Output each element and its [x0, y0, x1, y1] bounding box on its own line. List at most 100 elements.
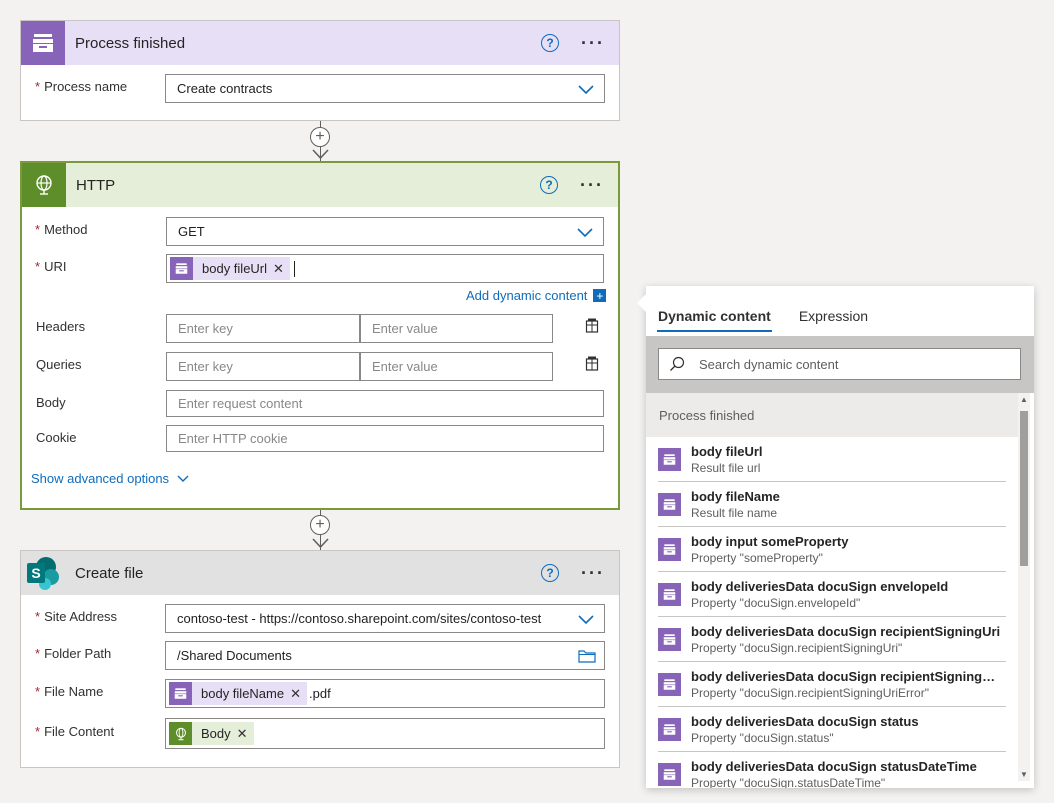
archive-box-icon: [658, 627, 681, 651]
item-subtitle: Property "docuSign.recipientSigningUriEr…: [691, 685, 929, 700]
more-options-icon[interactable]: ···: [580, 176, 604, 194]
headers-value-input[interactable]: Enter value: [360, 314, 553, 343]
queries-label: Queries: [36, 357, 82, 372]
remove-token-icon[interactable]: ✕: [273, 261, 284, 277]
dynamic-token[interactable]: body fileName ✕: [169, 682, 308, 705]
body-input[interactable]: Enter request content: [166, 390, 604, 417]
more-options-icon[interactable]: ···: [581, 34, 605, 52]
file-content-label: * File Content: [35, 724, 115, 739]
item-title: body deliveriesData docuSign envelopeId: [691, 578, 949, 594]
item-text: body deliveriesData docuSign recipientSi…: [691, 669, 1003, 700]
item-text: body deliveriesData docuSign statusDateT…: [691, 759, 1003, 789]
chevron-down-icon: [177, 475, 189, 482]
list-item[interactable]: body deliveriesData docuSign recipientSi…: [658, 617, 1006, 662]
scroll-thumb[interactable]: [1020, 411, 1028, 566]
remove-token-icon[interactable]: ✕: [290, 686, 301, 702]
token-label: body fileUrl: [202, 261, 268, 276]
method-label: * Method: [35, 222, 88, 237]
scroll-down-arrow[interactable]: ▼: [1020, 770, 1028, 779]
card-header[interactable]: HTTP ? ···: [22, 163, 618, 207]
show-advanced-options-link[interactable]: Show advanced options: [31, 471, 189, 486]
panel-scrollbar[interactable]: ▲ ▼: [1018, 393, 1030, 781]
panel-tabs: Dynamic content Expression: [646, 286, 1034, 336]
list-item[interactable]: body fileUrl Result file url: [658, 437, 1006, 482]
item-subtitle: Property "docuSign.statusDateTime": [691, 775, 886, 789]
process-finished-card: Process finished ? ··· * Process name Cre…: [20, 20, 620, 121]
folder-path-input[interactable]: /Shared Documents: [165, 641, 605, 670]
process-name-label: * Process name: [35, 79, 128, 94]
search-placeholder: Search dynamic content: [699, 356, 839, 372]
group-header-process-finished: Process finished: [646, 393, 1018, 437]
sharepoint-icon: S: [21, 551, 65, 595]
list-item[interactable]: body fileName Result file name: [658, 482, 1006, 527]
headers-key-input[interactable]: Enter key: [166, 314, 360, 343]
item-title: body fileUrl: [691, 443, 763, 459]
table-edit-icon[interactable]: [585, 356, 599, 372]
queries-value-input[interactable]: Enter value: [360, 352, 553, 381]
body-label: Body: [36, 395, 66, 410]
item-subtitle: Property "docuSign.envelopeId": [691, 595, 861, 610]
card-title: HTTP: [76, 176, 116, 194]
help-icon[interactable]: ?: [541, 34, 560, 52]
file-name-suffix: .pdf: [309, 686, 331, 701]
queries-key-input[interactable]: Enter key: [166, 352, 360, 381]
advanced-label: Show advanced options: [31, 471, 170, 486]
item-subtitle: Property "docuSign.recipientSigningUri": [691, 640, 903, 655]
tab-dynamic-content[interactable]: Dynamic content: [657, 308, 772, 336]
token-label: body fileName: [201, 686, 285, 701]
site-address-dropdown[interactable]: contoso-test - https://contoso.sharepoin…: [165, 604, 605, 633]
dynamic-token[interactable]: body fileUrl ✕: [170, 257, 290, 280]
item-title: body input someProperty: [691, 533, 849, 549]
item-text: body deliveriesData docuSign envelopeId P…: [691, 579, 1003, 610]
search-icon: [670, 356, 685, 371]
tab-expression[interactable]: Expression: [799, 308, 868, 336]
file-name-input[interactable]: body fileName ✕ .pdf: [165, 679, 605, 708]
arrow-down-icon: [312, 538, 329, 549]
file-name-label: * File Name: [35, 684, 104, 699]
uri-input[interactable]: body fileUrl ✕: [166, 254, 604, 283]
process-name-dropdown[interactable]: Create contracts: [165, 74, 605, 103]
http-card: HTTP ? ··· * Method GET * URI body fileUrl…: [20, 161, 620, 510]
token-label: Body: [201, 726, 231, 741]
add-step-plus-icon[interactable]: +: [310, 515, 330, 535]
process-name-value: Create contracts: [177, 81, 273, 96]
site-address-label: * Site Address: [35, 609, 118, 624]
cookie-label: Cookie: [36, 430, 77, 445]
file-content-input[interactable]: Body ✕: [165, 718, 605, 749]
archive-box-icon: [658, 672, 681, 696]
cookie-input[interactable]: Enter HTTP cookie: [166, 425, 604, 452]
search-dynamic-input[interactable]: Search dynamic content: [658, 348, 1021, 380]
site-address-value: contoso-test - https://contoso.sharepoin…: [177, 611, 542, 626]
card-header[interactable]: Process finished ? ···: [21, 21, 619, 65]
list-item[interactable]: body deliveriesData docuSign status Prope…: [658, 707, 1006, 752]
item-text: body input someProperty Property "somePro…: [691, 534, 1003, 565]
item-title: body deliveriesData docuSign recipientSi…: [691, 623, 1001, 639]
list-item[interactable]: body deliveriesData docuSign statusDateT…: [658, 752, 1006, 788]
item-subtitle: Property "someProperty": [691, 550, 823, 565]
more-options-icon[interactable]: ···: [581, 564, 605, 582]
help-icon[interactable]: ?: [540, 176, 559, 194]
item-subtitle: Property "docuSign.status": [691, 730, 834, 745]
globe-icon: [169, 722, 192, 745]
archive-box-icon: [658, 537, 681, 561]
method-value: GET: [178, 224, 205, 239]
list-item[interactable]: body deliveriesData docuSign envelopeId P…: [658, 572, 1006, 617]
table-edit-icon[interactable]: [585, 318, 599, 334]
add-square-icon: +: [593, 289, 607, 302]
add-dynamic-content-link[interactable]: Add dynamic content +: [466, 288, 607, 303]
remove-token-icon[interactable]: ✕: [237, 726, 248, 742]
add-step-plus-icon[interactable]: +: [310, 127, 330, 147]
folder-icon[interactable]: [578, 649, 596, 663]
archive-box-icon: [169, 682, 192, 705]
dynamic-content-list: body fileUrl Result file url body fileName…: [646, 437, 1018, 788]
item-text: body deliveriesData docuSign status Prope…: [691, 714, 1003, 745]
dynamic-token[interactable]: Body ✕: [169, 722, 254, 745]
scroll-up-arrow[interactable]: ▲: [1020, 395, 1028, 404]
help-icon[interactable]: ?: [541, 564, 560, 582]
search-area: Search dynamic content: [646, 336, 1034, 393]
card-header[interactable]: S Create file ? ···: [21, 551, 619, 595]
list-item[interactable]: body deliveriesData docuSign recipientSi…: [658, 662, 1006, 707]
list-item[interactable]: body input someProperty Property "somePro…: [658, 527, 1006, 572]
item-text: body fileName Result file name: [691, 489, 1003, 520]
method-dropdown[interactable]: GET: [166, 217, 604, 246]
